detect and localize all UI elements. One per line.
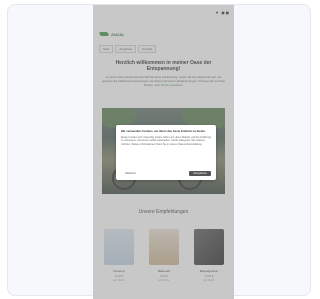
- cookie-consent-dialog: Wir verwenden Cookies, um Ihnen das best…: [116, 125, 216, 180]
- cookie-dialog-title: Wir verwenden Cookies, um Ihnen das best…: [121, 129, 206, 133]
- accept-cookies-button[interactable]: Akzeptieren: [189, 171, 211, 176]
- cookie-dialog-actions: Ablehnen Akzeptieren: [121, 171, 211, 176]
- decline-cookies-button[interactable]: Ablehnen: [121, 171, 140, 176]
- cookie-dialog-text: Einige Cookies sind notwendig, andere he…: [121, 136, 211, 146]
